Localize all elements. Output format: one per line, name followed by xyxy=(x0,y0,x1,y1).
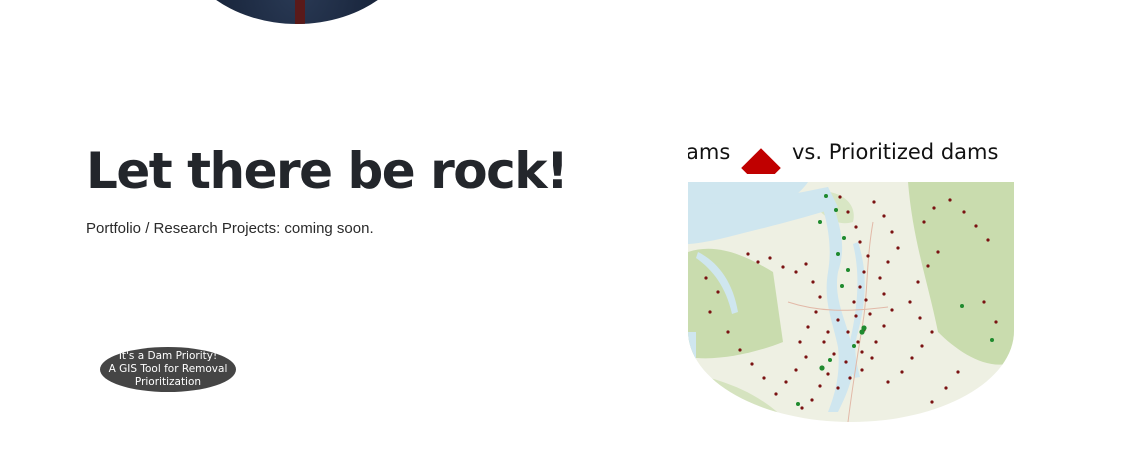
puget-sound-map xyxy=(688,182,1014,422)
page-headline: Let there be rock! xyxy=(86,142,569,200)
dam-priority-project-button[interactable]: It's a Dam Priority! A GIS Tool for Remo… xyxy=(100,347,236,392)
dam-map-image[interactable]: ams vs. Prioritized dams xyxy=(688,118,1014,422)
badge-line-2: A GIS Tool for Removal xyxy=(108,363,228,375)
legend-text-dams: ams xyxy=(688,140,731,164)
badge-line-3: Prioritization xyxy=(134,376,202,388)
map-legend-title: ams vs. Prioritized dams xyxy=(688,134,1014,174)
avatar-detail xyxy=(295,0,305,24)
portfolio-subtitle: Portfolio / Research Projects: coming so… xyxy=(86,220,374,237)
badge-line-1: It's a Dam Priority! xyxy=(118,350,218,362)
red-diamond-icon xyxy=(741,148,781,174)
profile-avatar xyxy=(177,0,417,24)
legend-text-prioritized: vs. Prioritized dams xyxy=(792,140,999,164)
